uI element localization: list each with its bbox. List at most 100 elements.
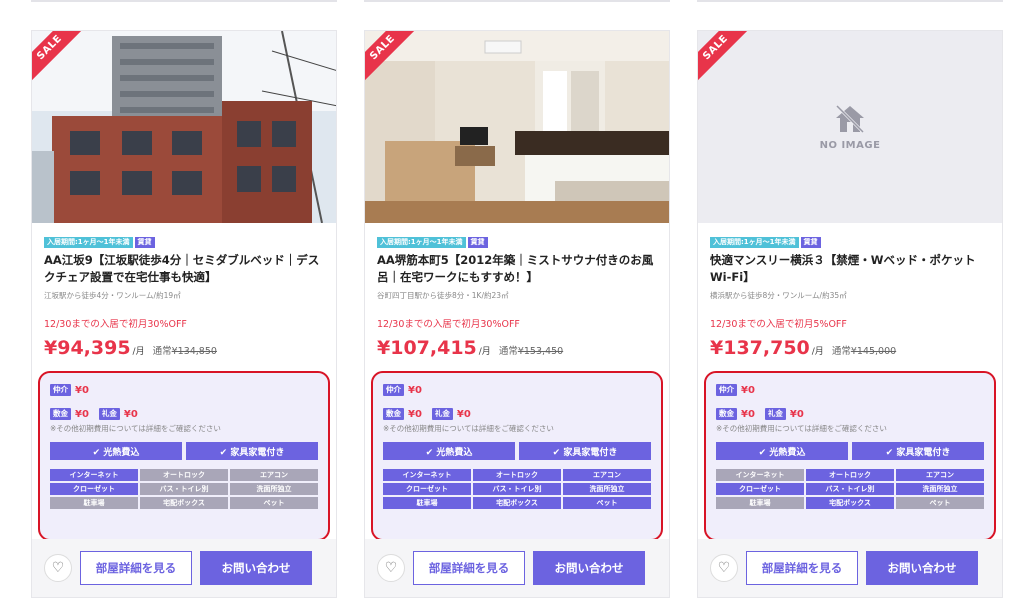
listing-photo[interactable]: SALE <box>32 31 336 223</box>
feature-furnished: ✔ 家具家電付き <box>519 442 651 460</box>
deposit-fee: ¥0 <box>741 408 755 420</box>
listing-photo[interactable]: NO IMAGE SALE <box>698 31 1002 223</box>
amenity-chip: 洗面所独立 <box>896 483 984 495</box>
amenity-chip: クローゼット <box>50 483 138 495</box>
listing-photo[interactable]: SALE <box>365 31 669 223</box>
listing-title[interactable]: AA堺筋本町5【2012年築｜ミストサウナ付きのお風呂｜在宅ワークにもすすめ！】 <box>377 252 657 286</box>
listing-card[interactable]: NO IMAGE SALE 入居期間:1ヶ月〜1年未満 賃貸 快適マンスリー横浜… <box>697 30 1003 598</box>
amenity-grid: インターネット オートロック エアコンクローゼット バス・トイレ別 洗面所独立駐車場 宅配… <box>716 469 984 509</box>
amenity-chip: エアコン <box>563 469 651 481</box>
amenity-chip: インターネット <box>383 469 471 481</box>
initial-cost-panel: 仲介 ¥0 敷金 ¥0 礼金 ¥0 ※その他初期費用については詳細をご確認くださ… <box>38 371 330 541</box>
no-image-placeholder: NO IMAGE <box>698 31 1002 223</box>
contact-button[interactable]: お問い合わせ <box>866 551 978 585</box>
key-money-fee: ¥0 <box>456 408 471 420</box>
amenity-chip: 駐車場 <box>50 497 138 509</box>
view-detail-button[interactable]: 部屋詳細を見る <box>80 551 192 585</box>
period-tag: 入居期間:1ヶ月〜1年未満 <box>44 237 133 248</box>
price: ¥137,750 <box>710 337 810 359</box>
amenity-chip: 宅配ボックス <box>473 497 561 509</box>
amenity-grid: インターネット オートロック エアコンクローゼット バス・トイレ別 洗面所独立駐車場 宅配… <box>383 469 651 509</box>
favorite-heart-icon[interactable]: ♡ <box>710 554 738 582</box>
view-detail-button[interactable]: 部屋詳細を見る <box>413 551 525 585</box>
listing-card[interactable]: SALE 入居期間:1ヶ月〜1年未満 賃貸 AA江坂9【江坂駅徒歩4分｜セミダブ… <box>31 30 337 598</box>
fee-note: ※その他初期費用については詳細をご確認ください <box>383 424 554 433</box>
normal-price-label: 通常 <box>498 346 518 357</box>
feature-utilities: ✔ 光熱費込 <box>50 442 182 460</box>
initial-cost-panel: 仲介 ¥0 敷金 ¥0 礼金 ¥0 ※その他初期費用については詳細をご確認くださ… <box>371 371 663 541</box>
normal-price: ¥134,850 <box>171 346 217 357</box>
access-info: 谷町四丁目駅から徒歩8分・1K/約23㎡ <box>377 291 509 300</box>
campaign-text: 12/30までの入居で初月30%OFF <box>44 319 187 330</box>
amenity-chip: 宅配ボックス <box>140 497 228 509</box>
period-tag: 入居期間:1ヶ月〜1年未満 <box>377 237 466 248</box>
previous-card-edge <box>364 0 670 2</box>
feature-utilities: ✔ 光熱費込 <box>716 442 848 460</box>
normal-price-label: 通常 <box>831 346 851 357</box>
amenity-chip: インターネット <box>50 469 138 481</box>
per-month: /月 <box>811 347 824 357</box>
listing-title[interactable]: 快適マンスリー横浜３【禁煙・Wベッド・ポケットWi-Fi】 <box>710 252 990 286</box>
key-money-badge: 礼金 <box>431 408 453 420</box>
campaign-text: 12/30までの入居で初月5%OFF <box>710 319 847 330</box>
amenity-chip: ペット <box>896 497 984 509</box>
favorite-heart-icon[interactable]: ♡ <box>377 554 405 582</box>
brokerage-fee: ¥0 <box>408 384 422 396</box>
amenity-chip: 駐車場 <box>716 497 804 509</box>
per-month: /月 <box>132 347 145 357</box>
amenity-chip: クローゼット <box>716 483 804 495</box>
key-money-badge: 礼金 <box>98 408 120 420</box>
type-tag: 賃貸 <box>800 237 821 248</box>
type-tag: 賃貸 <box>467 237 488 248</box>
per-month: /月 <box>478 347 491 357</box>
amenity-chip: 洗面所独立 <box>563 483 651 495</box>
amenity-chip: 洗面所独立 <box>230 483 318 495</box>
amenity-chip: エアコン <box>230 469 318 481</box>
amenity-chip: エアコン <box>896 469 984 481</box>
key-money-badge: 礼金 <box>764 408 786 420</box>
brokerage-badge: 仲介 <box>716 384 737 396</box>
amenity-chip: バス・トイレ別 <box>806 483 894 495</box>
fee-note: ※その他初期費用については詳細をご確認ください <box>716 424 887 433</box>
amenity-chip: オートロック <box>806 469 894 481</box>
brokerage-badge: 仲介 <box>383 384 404 396</box>
previous-card-edge <box>31 0 337 2</box>
amenity-chip: オートロック <box>473 469 561 481</box>
deposit-badge: 敷金 <box>383 408 404 420</box>
deposit-badge: 敷金 <box>716 408 737 420</box>
normal-price: ¥145,000 <box>850 346 897 357</box>
fee-note: ※その他初期費用については詳細をご確認ください <box>50 424 221 433</box>
deposit-fee: ¥0 <box>408 408 422 420</box>
price: ¥107,415 <box>377 337 477 359</box>
no-image-house-icon <box>835 104 865 133</box>
listing-card[interactable]: SALE 入居期間:1ヶ月〜1年未満 賃貸 AA堺筋本町5【2012年築｜ミスト… <box>364 30 670 598</box>
access-info: 江坂駅から徒歩4分・ワンルーム/約19㎡ <box>44 291 181 300</box>
amenity-chip: 宅配ボックス <box>806 497 894 509</box>
brokerage-fee: ¥0 <box>741 384 755 396</box>
normal-price: ¥153,450 <box>517 346 564 357</box>
previous-card-edge <box>697 0 1003 2</box>
contact-button[interactable]: お問い合わせ <box>533 551 645 585</box>
price: ¥94,395 <box>44 337 131 359</box>
feature-furnished: ✔ 家具家電付き <box>852 442 984 460</box>
amenity-chip: ペット <box>563 497 651 509</box>
amenity-chip: オートロック <box>140 469 228 481</box>
favorite-heart-icon[interactable]: ♡ <box>44 554 72 582</box>
key-money-fee: ¥0 <box>123 408 138 420</box>
amenity-chip: 駐車場 <box>383 497 471 509</box>
amenity-chip: インターネット <box>716 469 804 481</box>
amenity-chip: クローゼット <box>383 483 471 495</box>
type-tag: 賃貸 <box>134 237 155 248</box>
contact-button[interactable]: お問い合わせ <box>200 551 312 585</box>
amenity-chip: バス・トイレ別 <box>473 483 561 495</box>
no-image-label: NO IMAGE <box>819 139 881 151</box>
amenity-chip: バス・トイレ別 <box>140 483 228 495</box>
amenity-grid: インターネット オートロック エアコンクローゼット バス・トイレ別 洗面所独立駐車場 宅配… <box>50 469 318 509</box>
deposit-fee: ¥0 <box>75 408 89 420</box>
initial-cost-panel: 仲介 ¥0 敷金 ¥0 礼金 ¥0 ※その他初期費用については詳細をご確認くださ… <box>704 371 996 541</box>
listing-title[interactable]: AA江坂9【江坂駅徒歩4分｜セミダブルベッド｜デスクチェア設置で在宅仕事も快適】 <box>44 252 324 286</box>
view-detail-button[interactable]: 部屋詳細を見る <box>746 551 858 585</box>
period-tag: 入居期間:1ヶ月〜1年未満 <box>710 237 799 248</box>
access-info: 横浜駅から徒歩8分・ワンルーム/約35㎡ <box>710 291 847 300</box>
key-money-fee: ¥0 <box>789 408 804 420</box>
